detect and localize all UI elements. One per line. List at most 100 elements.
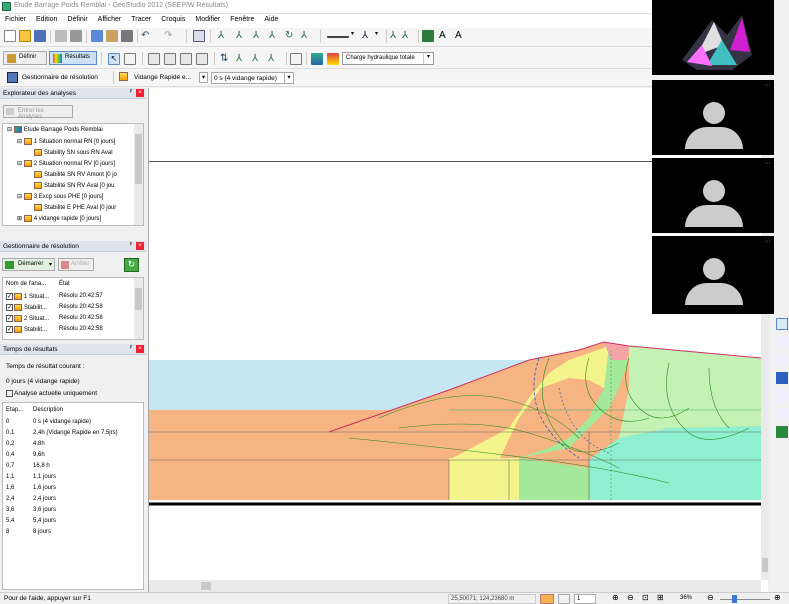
- print-preview-icon[interactable]: [55, 30, 67, 42]
- step-cell[interactable]: 0: [6, 419, 9, 425]
- tree-item[interactable]: ⊟ Etude Barrage Poids Remblai: [7, 126, 103, 133]
- menu-afficher[interactable]: Afficher: [93, 14, 127, 25]
- desc-cell[interactable]: 8 jours: [33, 529, 51, 535]
- results-tool-icon[interactable]: [776, 408, 788, 420]
- enter-analyses-button[interactable]: Entrer les Analyses: [3, 105, 73, 120]
- close-icon[interactable]: ×: [136, 345, 144, 353]
- desc-cell[interactable]: 5,4 jours: [33, 518, 56, 524]
- paste-icon[interactable]: [106, 30, 118, 42]
- redo-icon[interactable]: ↷: [164, 30, 176, 42]
- close-icon[interactable]: ×: [136, 89, 144, 97]
- print-icon[interactable]: [70, 30, 82, 42]
- line-style-icon[interactable]: [327, 30, 349, 38]
- refresh-icon[interactable]: ↻: [124, 258, 139, 272]
- draw-tool-icon[interactable]: ⅄: [269, 30, 281, 42]
- tree-item[interactable]: Stabilité E PHE Aval [0 jour: [34, 204, 116, 211]
- view-icon[interactable]: [180, 53, 192, 65]
- step-cell[interactable]: 1,1: [6, 474, 14, 480]
- tree-item[interactable]: ⊞ 4 vidange rapide [0 jours]: [17, 215, 101, 222]
- draw-tool-icon[interactable]: ⅄: [301, 30, 313, 42]
- table-row[interactable]: ✓ 2 Situat...: [6, 315, 49, 322]
- flow-vector-icon[interactable]: ⇅: [220, 53, 232, 65]
- desc-cell[interactable]: 2,4 jours: [33, 496, 56, 502]
- checkbox[interactable]: [6, 390, 13, 397]
- pen-color-icon[interactable]: ⅄: [362, 30, 374, 42]
- menu-croquis[interactable]: Croquis: [156, 14, 190, 25]
- select-pointer-icon[interactable]: ↖: [108, 53, 120, 65]
- solve-manager-button[interactable]: Gestionnaire de résolution: [6, 71, 111, 85]
- current-analysis-checkbox[interactable]: Analyse actuelle uniquement: [6, 390, 97, 397]
- pin-icon[interactable]: ᵖ: [130, 345, 132, 351]
- page-select[interactable]: 1: [574, 594, 596, 604]
- chevron-down-icon[interactable]: ▾: [351, 30, 358, 42]
- step-cell[interactable]: 0,7: [6, 463, 14, 469]
- table-row[interactable]: ✓ Stabilit...: [6, 304, 47, 311]
- menu-edition[interactable]: Edition: [31, 14, 62, 25]
- draw-tool-icon[interactable]: ⅄: [236, 30, 248, 42]
- results-tool-icon[interactable]: [776, 336, 788, 348]
- save-icon[interactable]: [34, 30, 46, 42]
- zoom-icon[interactable]: [193, 30, 205, 42]
- grid-icon[interactable]: [558, 594, 570, 604]
- desc-cell[interactable]: 1,1 jours: [33, 474, 56, 480]
- graph-draw-icon[interactable]: ⅄: [268, 53, 280, 65]
- graph-icon[interactable]: [422, 30, 434, 42]
- solver-scrollbar[interactable]: [134, 278, 143, 339]
- time-select[interactable]: 0 s (4 vidange rapide) ▾: [211, 72, 294, 84]
- zoom-slider[interactable]: [720, 599, 770, 600]
- desc-cell[interactable]: 0 s (4 vidange rapide): [33, 419, 91, 425]
- step-cell[interactable]: 0,4: [6, 452, 14, 458]
- tree-item[interactable]: Stabilité SN RV Amont [0 jo: [34, 171, 117, 178]
- snap-icon[interactable]: [540, 594, 554, 604]
- menu-fichier[interactable]: Fichier: [0, 14, 31, 25]
- zoom-window-icon[interactable]: [124, 53, 136, 65]
- zoom-slider-thumb[interactable]: [732, 595, 737, 603]
- step-cell[interactable]: 1,6: [6, 485, 14, 491]
- view-icon[interactable]: [164, 53, 176, 65]
- menu-tracer[interactable]: Tracer: [126, 14, 156, 25]
- step-cell[interactable]: 5,4: [6, 518, 14, 524]
- tree-scrollbar[interactable]: [134, 124, 143, 225]
- desc-cell[interactable]: 3,6 jours: [33, 507, 56, 513]
- more-icon[interactable]: ···: [764, 160, 771, 167]
- step-cell[interactable]: 0,1: [6, 430, 14, 436]
- more-icon[interactable]: ···: [764, 238, 771, 245]
- draw-tool-icon[interactable]: ⅄: [218, 30, 230, 42]
- view-icon[interactable]: [148, 53, 160, 65]
- desc-cell[interactable]: 2,4h (Vidange Rapide en 7,5jrs): [33, 430, 118, 436]
- results-tool-icon[interactable]: [776, 372, 788, 384]
- step-cell[interactable]: 2,4: [6, 496, 14, 502]
- zoom-window-icon[interactable]: ⊞: [657, 593, 664, 602]
- draw-tool-icon[interactable]: ⅄: [253, 30, 265, 42]
- zoom-out-icon[interactable]: ⊖: [627, 593, 634, 602]
- zoom-fit-icon[interactable]: ⊡: [642, 593, 649, 602]
- view-icon[interactable]: [196, 53, 208, 65]
- results-tool-icon[interactable]: [776, 354, 788, 366]
- pin-icon[interactable]: ᵖ: [130, 89, 132, 95]
- flux-section-icon[interactable]: ⅄: [252, 53, 264, 65]
- zoom-decrease-icon[interactable]: ⊖: [707, 593, 714, 602]
- tree-item[interactable]: ⊟ 3 Excp sous PHE [0 jours]: [17, 193, 103, 200]
- table-row[interactable]: ✓ 1 Situat...: [6, 293, 49, 300]
- tree-item[interactable]: ⊟ 1 Situation normal RN [0 jours]: [17, 138, 115, 145]
- axis-icon[interactable]: A: [439, 30, 451, 42]
- results-tool-icon[interactable]: [776, 390, 788, 402]
- step-cell[interactable]: 0,2: [6, 441, 14, 447]
- desc-cell[interactable]: 9,6h: [33, 452, 45, 458]
- flux-section-icon[interactable]: ⅄: [236, 53, 248, 65]
- desc-cell[interactable]: 16,8 h: [33, 463, 50, 469]
- contour-draw-icon[interactable]: [311, 53, 323, 65]
- zoom-increase-icon[interactable]: ⊕: [774, 593, 781, 602]
- node-tool-icon[interactable]: ⅄: [402, 30, 414, 42]
- open-folder-icon[interactable]: [19, 30, 31, 42]
- stop-button[interactable]: Arrêter: [58, 258, 94, 271]
- rotate-icon[interactable]: ↻: [285, 30, 297, 42]
- close-icon[interactable]: ×: [136, 242, 144, 250]
- label-icon[interactable]: [290, 53, 302, 65]
- desc-cell[interactable]: 1,6 jours: [33, 485, 56, 491]
- new-file-icon[interactable]: [4, 30, 16, 42]
- menu-modifier[interactable]: Modifier: [190, 14, 225, 25]
- node-tool-icon[interactable]: ⅄: [390, 30, 402, 42]
- tree-item[interactable]: Stability SN sous RN Aval: [34, 149, 113, 156]
- chevron-down-icon[interactable]: ▾: [375, 30, 382, 42]
